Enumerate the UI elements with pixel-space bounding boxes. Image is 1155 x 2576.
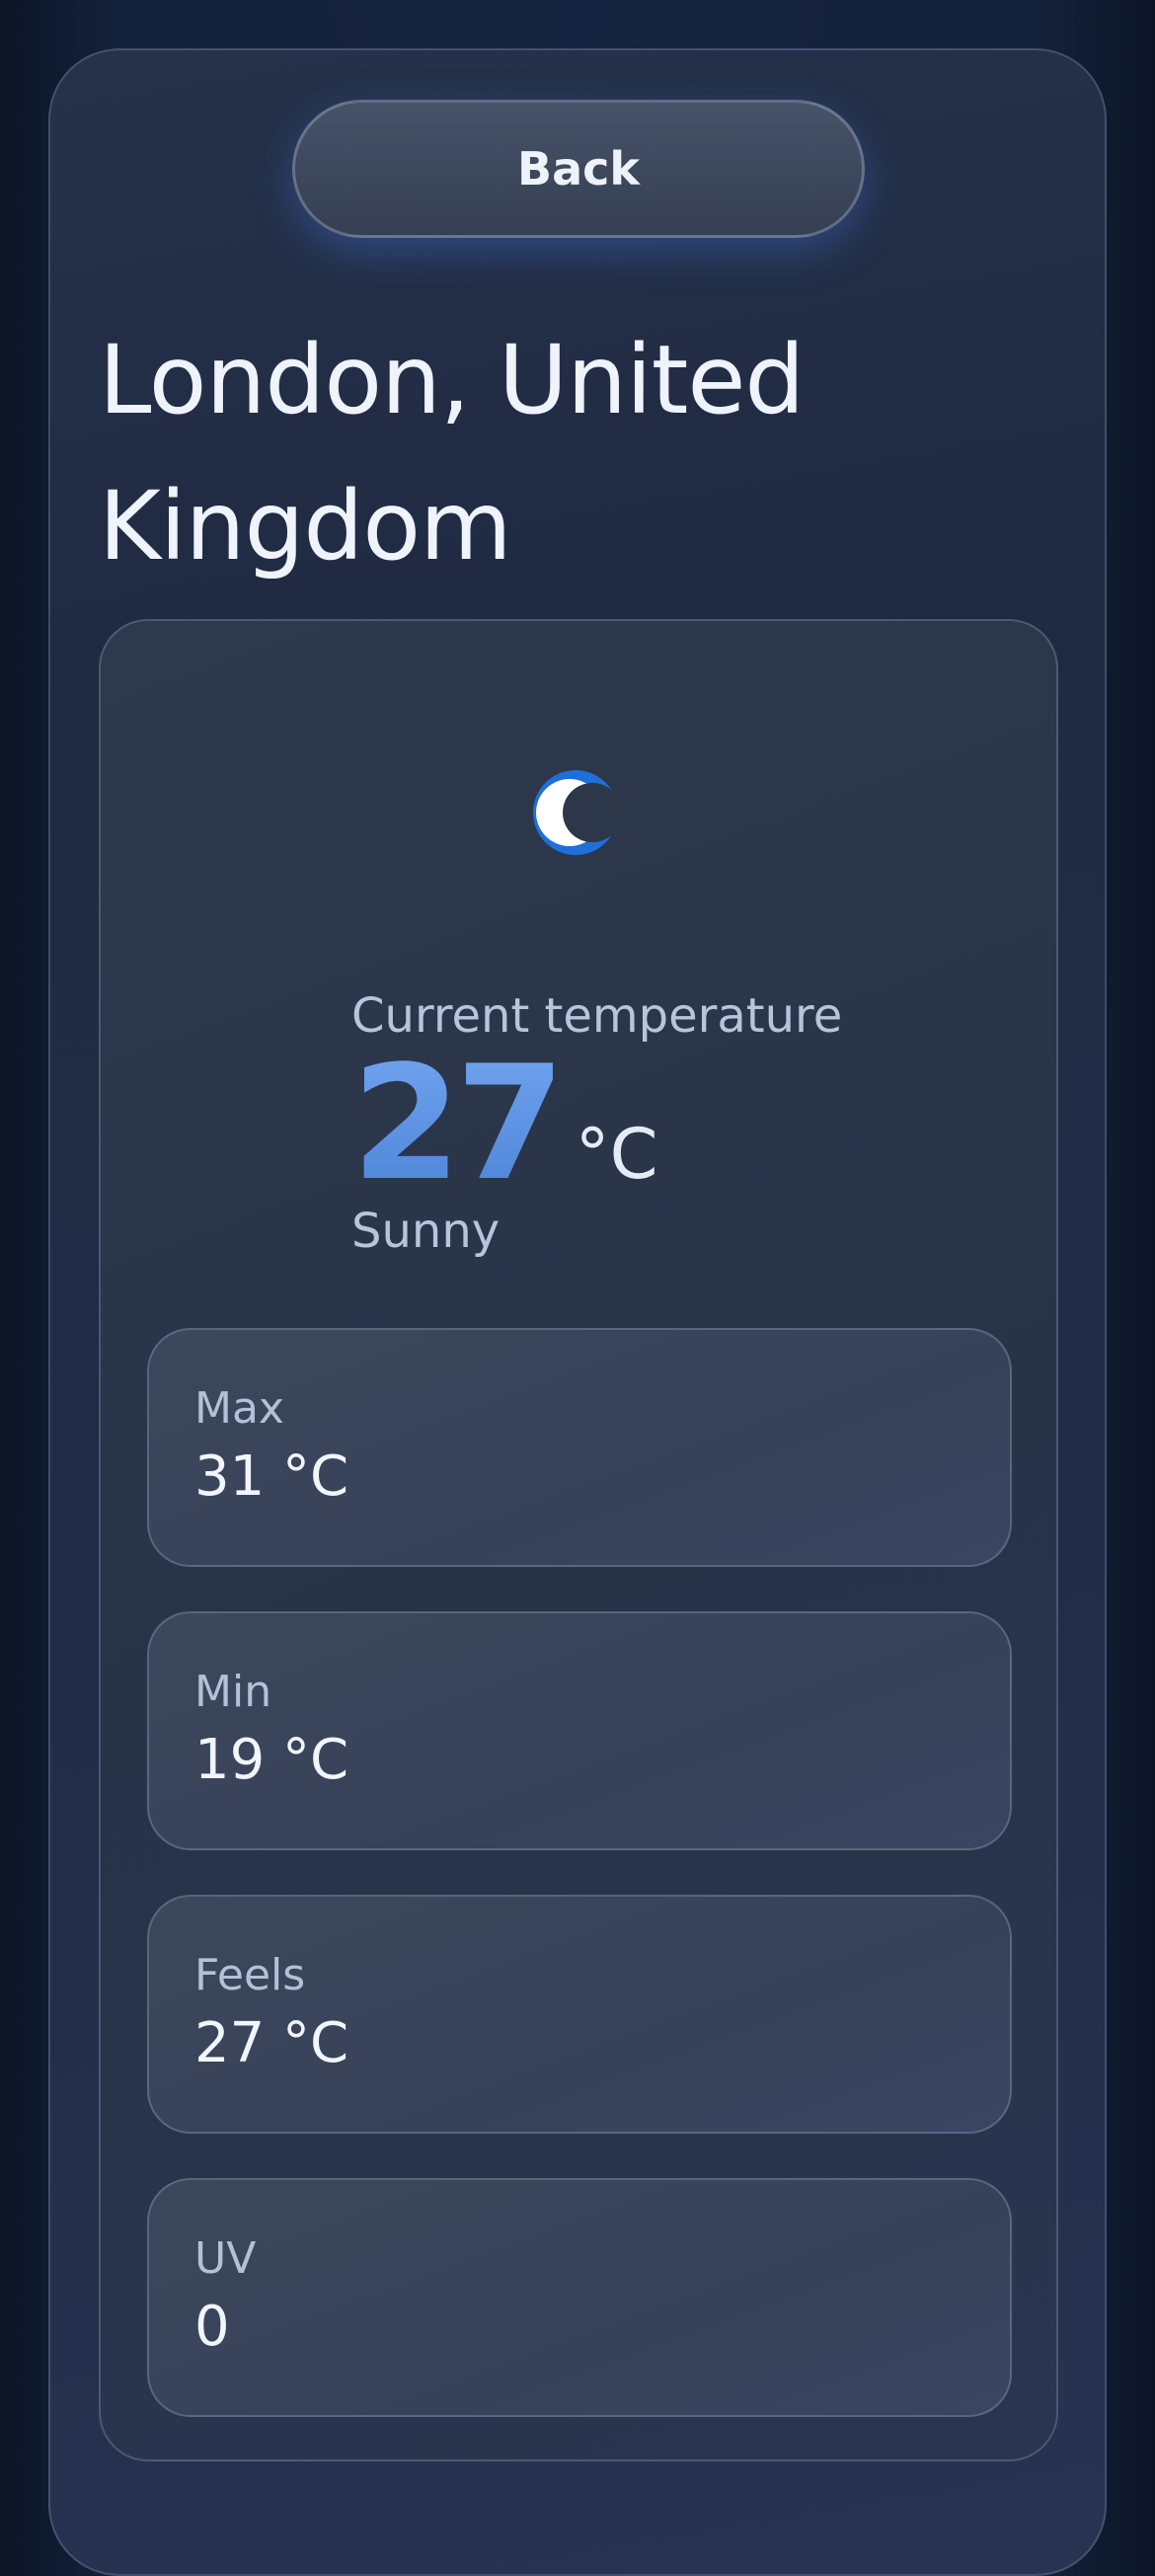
stat-label: Max: [194, 1383, 284, 1434]
stat-label: Feels: [194, 1950, 306, 2000]
stat-value: 27 °C: [194, 2011, 349, 2075]
temperature-unit: °C: [575, 1114, 658, 1195]
stat-card-uv: UV 0: [147, 2178, 1012, 2417]
stat-value: 19 °C: [194, 1728, 349, 1792]
moon-icon: [533, 770, 622, 855]
temperature-row: 27 °C: [351, 1031, 904, 1215]
current-temperature-block: Current temperature 27 °C Sunny: [351, 986, 904, 1261]
stat-card-max: Max 31 °C: [147, 1328, 1012, 1567]
stat-label: Min: [194, 1667, 272, 1717]
temperature-value: 27: [351, 1031, 566, 1215]
current-weather-card: Current temperature 27 °C Sunny Max 31 °…: [99, 619, 1058, 2461]
stat-value: 0: [194, 2295, 230, 2359]
stat-card-feels: Feels 27 °C: [147, 1895, 1012, 2134]
weather-condition: Sunny: [351, 1204, 500, 1259]
stat-card-min: Min 19 °C: [147, 1611, 1012, 1850]
location-title: London, United Kingdom: [99, 325, 805, 582]
stat-label: UV: [194, 2233, 257, 2284]
stat-value: 31 °C: [194, 1444, 349, 1509]
weather-detail-panel: Back London, United Kingdom Current temp…: [48, 48, 1107, 2576]
back-button-label: Back: [517, 142, 640, 195]
back-button[interactable]: Back: [292, 100, 865, 238]
